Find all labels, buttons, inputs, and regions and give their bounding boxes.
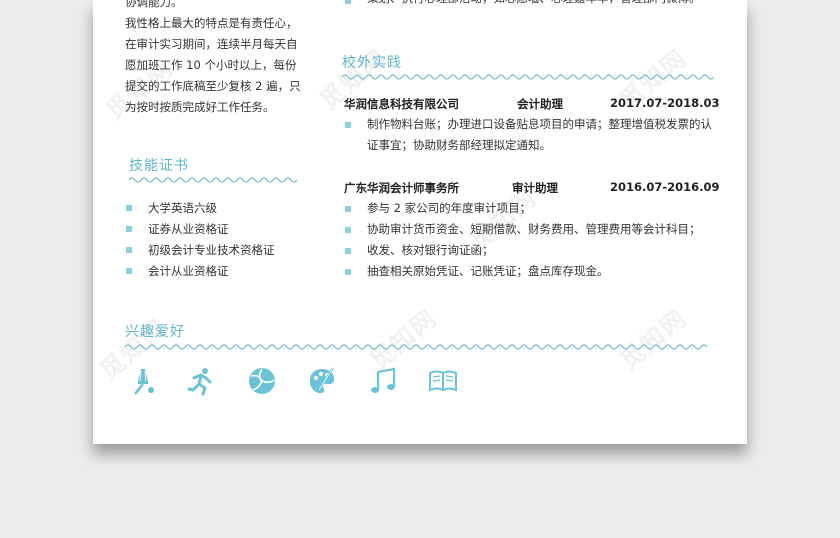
skill-item: 大学英语六级 — [148, 201, 217, 215]
watermark: 觅知网 — [364, 303, 443, 376]
job-company: 广东华润会计师事务所 — [344, 181, 459, 195]
list-bullet — [126, 268, 132, 274]
job-company: 华润信息科技有限公司 — [344, 97, 459, 111]
painting-icon — [309, 367, 335, 394]
wave-divider — [342, 74, 715, 80]
job-detail-line: 抽查相关原始凭证、记账凭证；盘点库存现金。 — [367, 264, 609, 278]
job-detail-line: 参与 2 家公司的年度审计项目； — [367, 201, 532, 215]
list-bullet — [345, 122, 351, 128]
skill-item: 证券从业资格证 — [148, 222, 229, 236]
list-bullet — [345, 269, 351, 275]
intro-line: 愿加班工作 10 个小时以上，每份 — [125, 58, 297, 72]
section-title-hobbies: 兴趣爱好 — [125, 324, 185, 340]
job-period: 2017.07-2018.03 — [610, 96, 720, 110]
intro-line: 协调能力。 — [125, 0, 183, 9]
reading-icon — [429, 370, 457, 392]
badminton-icon — [134, 369, 154, 395]
wave-divider — [125, 344, 708, 350]
list-bullet — [126, 247, 132, 253]
running-icon — [187, 368, 212, 396]
section-title-skills: 技能证书 — [129, 158, 189, 174]
job-role: 审计助理 — [512, 181, 558, 195]
activity-line: 策划、执行心理部活动，如心愿墙、心理嘉年华，管理部门微博。 — [367, 0, 701, 9]
intro-line: 为按时按质完成好工作任务。 — [125, 100, 275, 114]
skill-item: 会计从业资格证 — [148, 264, 229, 278]
wave-divider — [129, 177, 298, 183]
resume-page: 觅知网 觅知网 觅知网 觅知网 觅知网 觅知网 觅知网 协调能力。 我性格上最大… — [93, 0, 747, 444]
volleyball-icon — [249, 368, 275, 394]
list-bullet — [345, 0, 351, 4]
job-role: 会计助理 — [517, 97, 563, 111]
job-detail-line: 收发、核对银行询证函； — [367, 243, 494, 257]
job-detail-line: 制作物料台账；办理进口设备贴息项目的申请；整理增值税发票的认 — [367, 117, 712, 131]
job-detail-line: 证事宜；协助财务部经理拟定通知。 — [367, 138, 551, 152]
section-title-practice: 校外实践 — [342, 55, 402, 71]
job-detail-line: 协助审计货币资金、短期借款、财务费用、管理费用等会计科目； — [367, 222, 701, 236]
list-bullet — [345, 206, 351, 212]
self-evaluation-text: 协调能力。 我性格上最大的特点是有责任心， 在审计实习期间，连续半月每天自 愿加… — [125, 0, 315, 118]
skill-item: 初级会计专业技术资格证 — [148, 243, 275, 257]
list-bullet — [126, 205, 132, 211]
job-period: 2016.07-2016.09 — [610, 180, 720, 194]
intro-line: 我性格上最大的特点是有责任心， — [125, 16, 298, 30]
watermark: 觅知网 — [614, 303, 693, 376]
list-bullet — [126, 226, 132, 232]
intro-line: 在审计实习期间，连续半月每天自 — [125, 37, 298, 51]
list-bullet — [345, 227, 351, 233]
list-bullet — [345, 248, 351, 254]
intro-line: 提交的工作底稿至少复核 2 遍，只 — [125, 79, 301, 93]
music-icon — [371, 367, 396, 393]
